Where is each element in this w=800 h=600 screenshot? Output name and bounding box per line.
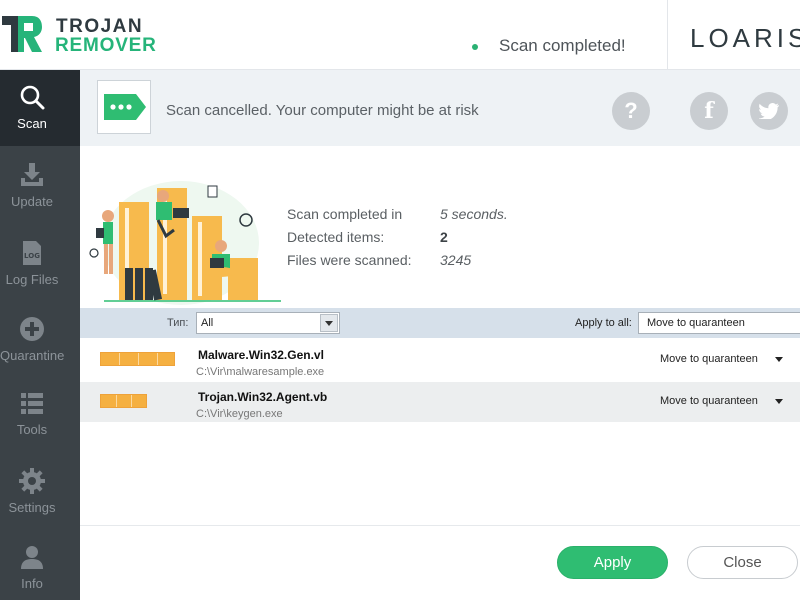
- scan-time-value: 5 seconds.: [440, 206, 508, 222]
- files-scanned-label: Files were scanned:: [287, 252, 412, 268]
- severity-bar: [100, 352, 175, 366]
- twitter-button[interactable]: [750, 92, 788, 130]
- sidebar-item-label: Info: [21, 576, 43, 591]
- threat-name: Malware.Win32.Gen.vl: [198, 348, 324, 362]
- filter-bar: Тип: All Apply to all: Move to quarantee…: [80, 308, 800, 338]
- sidebar-item-label: Settings: [8, 500, 56, 515]
- sidebar-item-label: Quarantine: [0, 348, 65, 363]
- table-row: Trojan.Win32.Agent.vb C:\Vir\keygen.exe …: [80, 382, 800, 422]
- threat-action-select[interactable]: Move to quaranteen: [660, 353, 758, 365]
- loaris-brand-logo: LOARIS: [690, 23, 800, 53]
- sidebar-item-info[interactable]: Info: [0, 530, 80, 600]
- type-filter-label: Тип:: [167, 317, 189, 329]
- scan-summary: Scan completed in 5 seconds. Detected it…: [80, 146, 800, 308]
- threat-path: C:\Vir\malwaresample.exe: [196, 366, 325, 378]
- threat-action-select[interactable]: Move to quaranteen: [660, 395, 758, 407]
- help-button[interactable]: ?: [612, 92, 650, 130]
- scan-notice-bar: Scan cancelled. Your computer might be a…: [80, 70, 800, 146]
- sidebar-item-quarantine[interactable]: Quarantine: [0, 302, 80, 378]
- chevron-down-icon[interactable]: [775, 357, 783, 362]
- close-button[interactable]: Close: [687, 546, 798, 579]
- table-row: Malware.Win32.Gen.vl C:\Vir\malwaresampl…: [80, 340, 800, 380]
- sidebar: Scan Update LOG Log Files Quarantine Too…: [0, 70, 80, 600]
- apply-to-all-value: Move to quaranteen: [647, 317, 745, 329]
- notice-icon-box: [97, 80, 151, 134]
- files-scanned-value: 3245: [440, 252, 472, 268]
- detected-items-value: 2: [440, 229, 448, 245]
- sidebar-item-tools[interactable]: Tools: [0, 376, 80, 452]
- sidebar-item-label: Scan: [17, 116, 47, 131]
- header-divider: [667, 0, 668, 70]
- apply-to-all-select[interactable]: Move to quaranteen: [638, 312, 800, 334]
- header: TROJAN REMOVER Scan completed! LOARIS: [0, 0, 800, 70]
- twitter-icon: [759, 103, 779, 119]
- sidebar-item-update[interactable]: Update: [0, 148, 80, 224]
- type-filter-select[interactable]: All: [196, 312, 340, 334]
- threat-name: Trojan.Win32.Agent.vb: [198, 390, 328, 404]
- chevron-down-icon[interactable]: [775, 399, 783, 404]
- chevron-down-icon: [320, 314, 338, 332]
- facebook-icon: f: [704, 98, 714, 124]
- download-icon: [21, 163, 43, 186]
- threat-path: C:\Vir\keygen.exe: [196, 408, 283, 420]
- scan-status-text: Scan completed!: [499, 36, 626, 55]
- sidebar-item-label: Log Files: [5, 272, 59, 287]
- type-filter-value: All: [201, 317, 214, 329]
- severity-bar: [100, 394, 147, 408]
- detected-items-label: Detected items:: [287, 229, 385, 245]
- scan-illustration: [89, 181, 281, 305]
- apply-to-all-label: Apply to all:: [575, 317, 632, 329]
- list-icon: [21, 393, 43, 414]
- sidebar-item-scan[interactable]: Scan: [0, 70, 80, 146]
- sidebar-item-label: Update: [11, 194, 53, 209]
- user-icon: [21, 546, 43, 569]
- apply-button[interactable]: Apply: [557, 546, 668, 579]
- notice-message: Scan cancelled. Your computer might be a…: [166, 102, 479, 119]
- message-tag-icon: [104, 94, 146, 120]
- scan-time-label: Scan completed in: [287, 206, 403, 222]
- sidebar-item-log-files[interactable]: LOG Log Files: [0, 226, 80, 302]
- trojan-remover-window: TROJAN REMOVER Scan completed! LOARIS Sc…: [0, 0, 800, 600]
- help-icon: ?: [624, 98, 638, 123]
- facebook-button[interactable]: f: [690, 92, 728, 130]
- trojan-remover-logo-icon: [2, 16, 42, 52]
- gear-icon: [19, 468, 45, 494]
- app-logo: TROJAN REMOVER: [0, 14, 156, 56]
- footer: Apply Close: [80, 525, 800, 600]
- sidebar-item-label: Tools: [16, 422, 48, 437]
- svg-text:LOG: LOG: [24, 252, 40, 260]
- search-icon: [20, 85, 45, 110]
- logo-text-remover: REMOVER: [55, 35, 157, 56]
- status-dot-icon: [472, 44, 478, 50]
- log-file-icon: LOG: [23, 241, 41, 265]
- sidebar-item-settings[interactable]: Settings: [0, 454, 80, 530]
- plus-circle-icon: [20, 317, 44, 341]
